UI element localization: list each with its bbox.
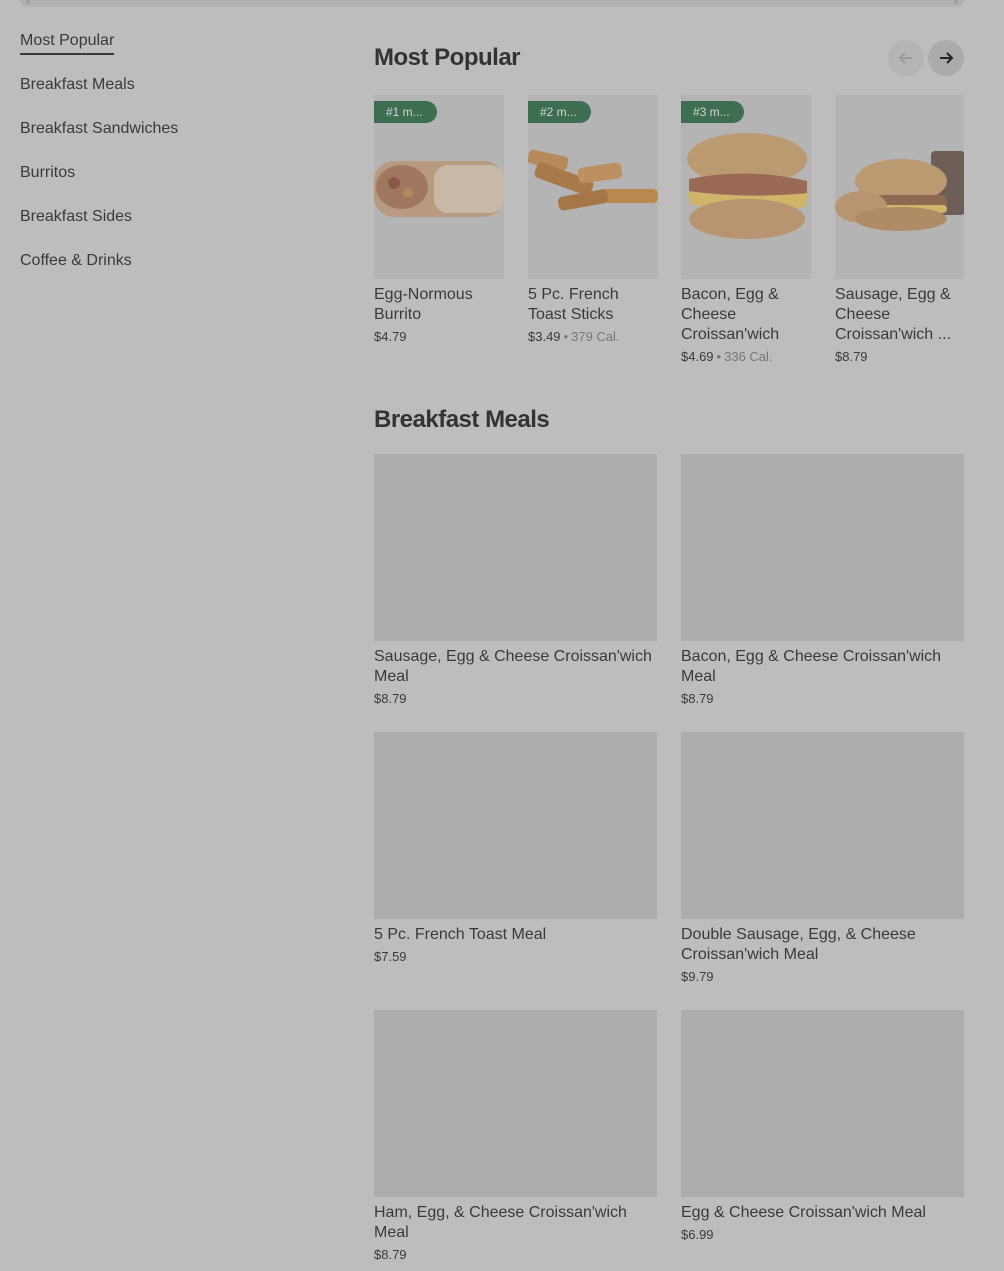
arrow-right-icon <box>940 52 954 64</box>
carousel-next-button[interactable] <box>928 40 964 76</box>
separator-dot: • <box>563 329 569 344</box>
item-price: $9.79 <box>681 969 714 984</box>
item-name: 5 Pc. French Toast Sticks <box>528 286 619 323</box>
item-name: Egg-Normous Burrito <box>374 286 473 323</box>
popular-item-card[interactable]: Sausage, Egg & Cheese Croissan'wich ... … <box>835 95 964 364</box>
item-name: Egg & Cheese Croissan'wich Meal <box>681 1204 926 1221</box>
popular-item-card[interactable]: #1 m... Egg-Normous Burrito $4.79 <box>374 95 504 344</box>
rank-badge: #2 m... <box>528 101 591 123</box>
sausage-croissant-meal-image <box>835 151 964 231</box>
sidebar-item-label: Burritos <box>20 164 76 181</box>
item-image-placeholder <box>374 1010 657 1197</box>
sidebar-item-label: Coffee & Drinks <box>20 252 132 269</box>
item-price-line: $4.69 • 336 Cal. <box>681 349 811 364</box>
sidebar-item-breakfast-sides[interactable]: Breakfast Sides <box>20 206 320 250</box>
breakfast-meals-title: Breakfast Meals <box>374 406 550 433</box>
rank-badge: #1 m... <box>374 101 437 123</box>
item-name: Sausage, Egg & Cheese Croissan'wich ... <box>835 286 951 343</box>
item-price: $4.79 <box>374 329 407 344</box>
meal-item-card[interactable]: Double Sausage, Egg, & Cheese Croissan'w… <box>681 732 964 984</box>
item-price-line: $4.79 <box>374 329 504 344</box>
item-price: $7.59 <box>374 949 407 964</box>
sidebar-item-breakfast-sandwiches[interactable]: Breakfast Sandwiches <box>20 118 320 162</box>
item-image: #3 m... <box>681 95 811 279</box>
item-image-placeholder <box>374 454 657 641</box>
item-price: $8.79 <box>374 691 407 706</box>
item-price-line: $8.79 <box>835 349 964 364</box>
item-image-placeholder <box>681 732 964 919</box>
separator-dot: • <box>716 349 722 364</box>
item-price: $8.79 <box>835 349 868 364</box>
item-price: $3.49 <box>528 329 561 344</box>
arrow-left-icon <box>898 52 912 64</box>
meal-item-card[interactable]: Egg & Cheese Croissan'wich Meal $6.99 <box>681 1010 964 1242</box>
item-image: #1 m... <box>374 95 504 279</box>
top-scroll-bar <box>20 0 964 7</box>
item-image-placeholder <box>681 1010 964 1197</box>
sidebar-item-label: Breakfast Sandwiches <box>20 120 179 137</box>
sidebar-item-most-popular[interactable]: Most Popular <box>20 30 320 74</box>
carousel-prev-button[interactable] <box>888 40 924 76</box>
item-image <box>835 95 964 279</box>
sidebar-item-label: Breakfast Meals <box>20 76 135 93</box>
item-price: $6.99 <box>681 1227 714 1242</box>
sidebar-item-label: Most Popular <box>20 30 115 55</box>
most-popular-title: Most Popular <box>374 44 521 71</box>
item-price: $4.69 <box>681 349 714 364</box>
item-image-placeholder <box>374 732 657 919</box>
rank-badge: #3 m... <box>681 101 744 123</box>
item-calories: 336 Cal. <box>724 349 773 364</box>
item-price: $8.79 <box>374 1247 407 1262</box>
item-name: 5 Pc. French Toast Meal <box>374 926 547 943</box>
sidebar-item-coffee-drinks[interactable]: Coffee & Drinks <box>20 250 320 294</box>
item-name: Double Sausage, Egg, & Cheese Croissan'w… <box>681 926 916 963</box>
most-popular-carousel: #1 m... Egg-Normous Burrito $4.79 #2 m..… <box>374 95 964 375</box>
item-name: Bacon, Egg & Cheese Croissan'wich <box>681 286 780 343</box>
popular-item-card[interactable]: #3 m... Bacon, Egg & Cheese Croissan'wic… <box>681 95 811 364</box>
item-name: Bacon, Egg & Cheese Croissan'wich Meal <box>681 648 942 685</box>
meal-item-card[interactable]: Sausage, Egg & Cheese Croissan'wich Meal… <box>374 454 657 706</box>
top-bar-right-cap <box>954 0 958 4</box>
item-price: $8.79 <box>681 691 714 706</box>
meal-item-card[interactable]: Bacon, Egg & Cheese Croissan'wich Meal $… <box>681 454 964 706</box>
sidebar-item-burritos[interactable]: Burritos <box>20 162 320 206</box>
item-name: Sausage, Egg & Cheese Croissan'wich Meal <box>374 648 652 685</box>
item-price-line: $3.49 • 379 Cal. <box>528 329 658 344</box>
meal-item-card[interactable]: Ham, Egg, & Cheese Croissan'wich Meal $8… <box>374 1010 657 1262</box>
meal-item-card[interactable]: 5 Pc. French Toast Meal $7.59 <box>374 732 657 964</box>
item-calories: 379 Cal. <box>571 329 620 344</box>
popular-item-card[interactable]: #2 m... 5 Pc. French Toast Sticks $3.49 •… <box>528 95 658 344</box>
top-bar-left-cap <box>26 0 30 4</box>
sidebar-item-label: Breakfast Sides <box>20 208 133 225</box>
item-name: Ham, Egg, & Cheese Croissan'wich Meal <box>374 1204 627 1241</box>
item-image: #2 m... <box>528 95 658 279</box>
sidebar-item-breakfast-meals[interactable]: Breakfast Meals <box>20 74 320 118</box>
item-image-placeholder <box>681 454 964 641</box>
category-sidebar: Most Popular Breakfast Meals Breakfast S… <box>20 30 320 294</box>
